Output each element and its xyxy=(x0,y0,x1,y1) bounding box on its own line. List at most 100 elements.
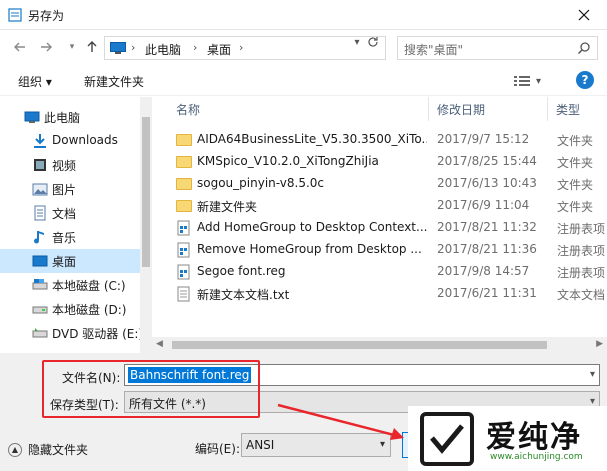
file-row[interactable]: sogou_pinyin-v8.5.0c 2017/6/13 10:43 文件夹 xyxy=(172,173,607,195)
dvd-icon xyxy=(32,328,48,338)
file-date: 2017/9/8 14:57 xyxy=(437,264,530,278)
nav-item-music[interactable]: 音乐 xyxy=(0,225,140,249)
nav-item-drive-c[interactable]: 本地磁盘 (C:) xyxy=(0,273,140,297)
file-type: 注册表项 xyxy=(557,244,606,258)
chevron-down-icon: ▾ xyxy=(536,75,542,87)
arrow-right-icon xyxy=(41,42,52,52)
file-row[interactable]: AIDA64BusinessLite_V5.30.3500_XiTo... 20… xyxy=(172,129,607,151)
file-type: 文本文档 xyxy=(557,288,606,302)
file-name: Add HomeGroup to Desktop Context... xyxy=(197,220,427,234)
nav-item-drive-d[interactable]: 本地磁盘 (D:) xyxy=(0,297,140,321)
navigation-bar: ▾ › 此电脑 › 桌面 › ▾ 搜索"桌面" xyxy=(0,30,607,64)
file-name: Segoe font.reg xyxy=(197,264,286,278)
nav-item-label: 桌面 xyxy=(52,255,77,269)
address-bar[interactable]: › 此电脑 › 桌面 › xyxy=(104,36,386,60)
documents-icon xyxy=(34,205,46,221)
file-date: 2017/8/21 11:32 xyxy=(437,220,537,234)
watermark-text: 爱纯净 xyxy=(486,420,582,455)
view-options-button[interactable]: ▾ xyxy=(514,72,550,90)
forward-button[interactable] xyxy=(36,37,56,57)
breadcrumb-this-pc[interactable]: 此电脑 xyxy=(145,41,181,58)
chevron-down-icon[interactable]: ▾ xyxy=(590,369,595,380)
column-header-type[interactable]: 类型 xyxy=(556,101,580,118)
navigation-pane: 此电脑 Downloads 视频 图片 文档 音乐 桌面 本地磁盘 (C:) 本… xyxy=(0,97,152,353)
drive-icon xyxy=(32,306,48,314)
chevron-down-icon: ▾ xyxy=(69,42,75,52)
scroll-right-icon[interactable]: ▶ xyxy=(596,339,603,349)
file-type: 文件夹 xyxy=(557,156,594,170)
search-input[interactable]: 搜索"桌面" xyxy=(397,36,598,60)
file-type: 文件夹 xyxy=(557,200,594,214)
up-button[interactable] xyxy=(82,37,102,57)
horizontal-scrollbar[interactable]: ◀ ▶ xyxy=(152,337,607,353)
help-icon: ? xyxy=(581,73,589,87)
drive-icon xyxy=(32,279,48,290)
file-row[interactable]: Segoe font.reg 2017/9/8 14:57 注册表项 xyxy=(172,261,607,283)
help-button[interactable]: ? xyxy=(576,71,594,89)
details-view-icon xyxy=(514,76,530,86)
column-header-name[interactable]: 名称 xyxy=(176,101,200,118)
desktop-icon xyxy=(32,255,48,267)
column-divider[interactable] xyxy=(547,97,548,121)
file-row[interactable]: Add HomeGroup to Desktop Context... 2017… xyxy=(172,217,607,239)
scrollbar-thumb[interactable] xyxy=(172,341,547,349)
encoding-value: ANSI xyxy=(246,438,275,452)
nav-item-label: 本地磁盘 (C:) xyxy=(52,279,126,293)
file-date: 2017/8/25 15:44 xyxy=(437,154,537,168)
nav-item-label: 文档 xyxy=(52,207,77,221)
pictures-icon xyxy=(32,183,48,196)
encoding-select[interactable]: ANSI ▾ xyxy=(241,433,391,457)
chevron-up-icon: ▲ xyxy=(8,442,22,457)
computer-icon xyxy=(24,111,40,123)
watermark-url: www.aichunjing.com xyxy=(490,452,583,462)
encoding-label: 编码(E): xyxy=(195,442,240,456)
folder-icon xyxy=(176,156,192,168)
nav-item-label: Downloads xyxy=(52,133,118,147)
file-row[interactable]: KMSpico_V10.2.0_XiTongZhiJia 2017/8/25 1… xyxy=(172,151,607,173)
registry-file-icon xyxy=(177,264,190,280)
file-row[interactable]: Remove HomeGroup from Desktop ... 2017/8… xyxy=(172,239,607,261)
folder-icon xyxy=(176,134,192,146)
window-title: 另存为 xyxy=(28,9,65,23)
nav-item-label: DVD 驱动器 (E:) xyxy=(52,327,144,341)
column-header-date[interactable]: 修改日期 xyxy=(437,101,485,118)
highlight-box xyxy=(42,360,260,418)
file-name: 新建文本文档.txt xyxy=(197,288,290,302)
refresh-button[interactable] xyxy=(365,34,381,50)
registry-file-icon xyxy=(177,242,190,258)
file-name: KMSpico_V10.2.0_XiTongZhiJia xyxy=(197,154,379,168)
nav-item-label: 此电脑 xyxy=(44,111,81,125)
nav-item-videos[interactable]: 视频 xyxy=(0,153,140,177)
nav-item-dvd-drive[interactable]: DVD 驱动器 (E:) xyxy=(0,321,144,345)
computer-icon xyxy=(110,42,126,54)
file-row[interactable]: 新建文件夹 2017/6/9 11:04 文件夹 xyxy=(172,195,607,217)
nav-item-downloads[interactable]: Downloads xyxy=(0,129,140,153)
scrollbar-thumb[interactable] xyxy=(142,117,150,267)
chevron-down-icon: ▾ xyxy=(354,36,360,48)
back-button[interactable] xyxy=(10,37,30,57)
registry-file-icon xyxy=(177,220,190,236)
file-date: 2017/8/21 11:36 xyxy=(437,242,537,256)
scroll-left-icon[interactable]: ◀ xyxy=(156,339,163,349)
new-folder-button[interactable]: 新建文件夹 xyxy=(84,73,144,90)
address-history-button[interactable]: ▾ xyxy=(349,34,365,50)
video-icon xyxy=(34,159,46,171)
nav-pane-scrollbar[interactable] xyxy=(140,97,152,353)
file-row[interactable]: 新建文本文档.txt 2017/6/21 11:31 文本文档 xyxy=(172,283,607,305)
nav-item-desktop[interactable]: 桌面 xyxy=(0,249,140,273)
breadcrumb-desktop[interactable]: 桌面 xyxy=(207,41,231,58)
organize-button[interactable]: 组织 ▾ xyxy=(18,73,52,90)
recent-locations-button[interactable]: ▾ xyxy=(62,37,82,57)
nav-item-label: 图片 xyxy=(52,183,77,197)
nav-item-pictures[interactable]: 图片 xyxy=(0,177,140,201)
column-divider[interactable] xyxy=(428,97,429,121)
hide-folders-label: 隐藏文件夹 xyxy=(28,443,89,457)
music-icon xyxy=(34,231,44,244)
notepad-app-icon xyxy=(8,8,22,22)
folder-icon xyxy=(176,178,192,190)
hide-folders-button[interactable]: ▲ 隐藏文件夹 xyxy=(8,441,88,458)
nav-item-documents[interactable]: 文档 xyxy=(0,201,140,225)
nav-item-this-pc[interactable]: 此电脑 xyxy=(0,105,140,129)
file-name: AIDA64BusinessLite_V5.30.3500_XiTo... xyxy=(197,132,427,146)
close-button[interactable] xyxy=(560,0,607,30)
